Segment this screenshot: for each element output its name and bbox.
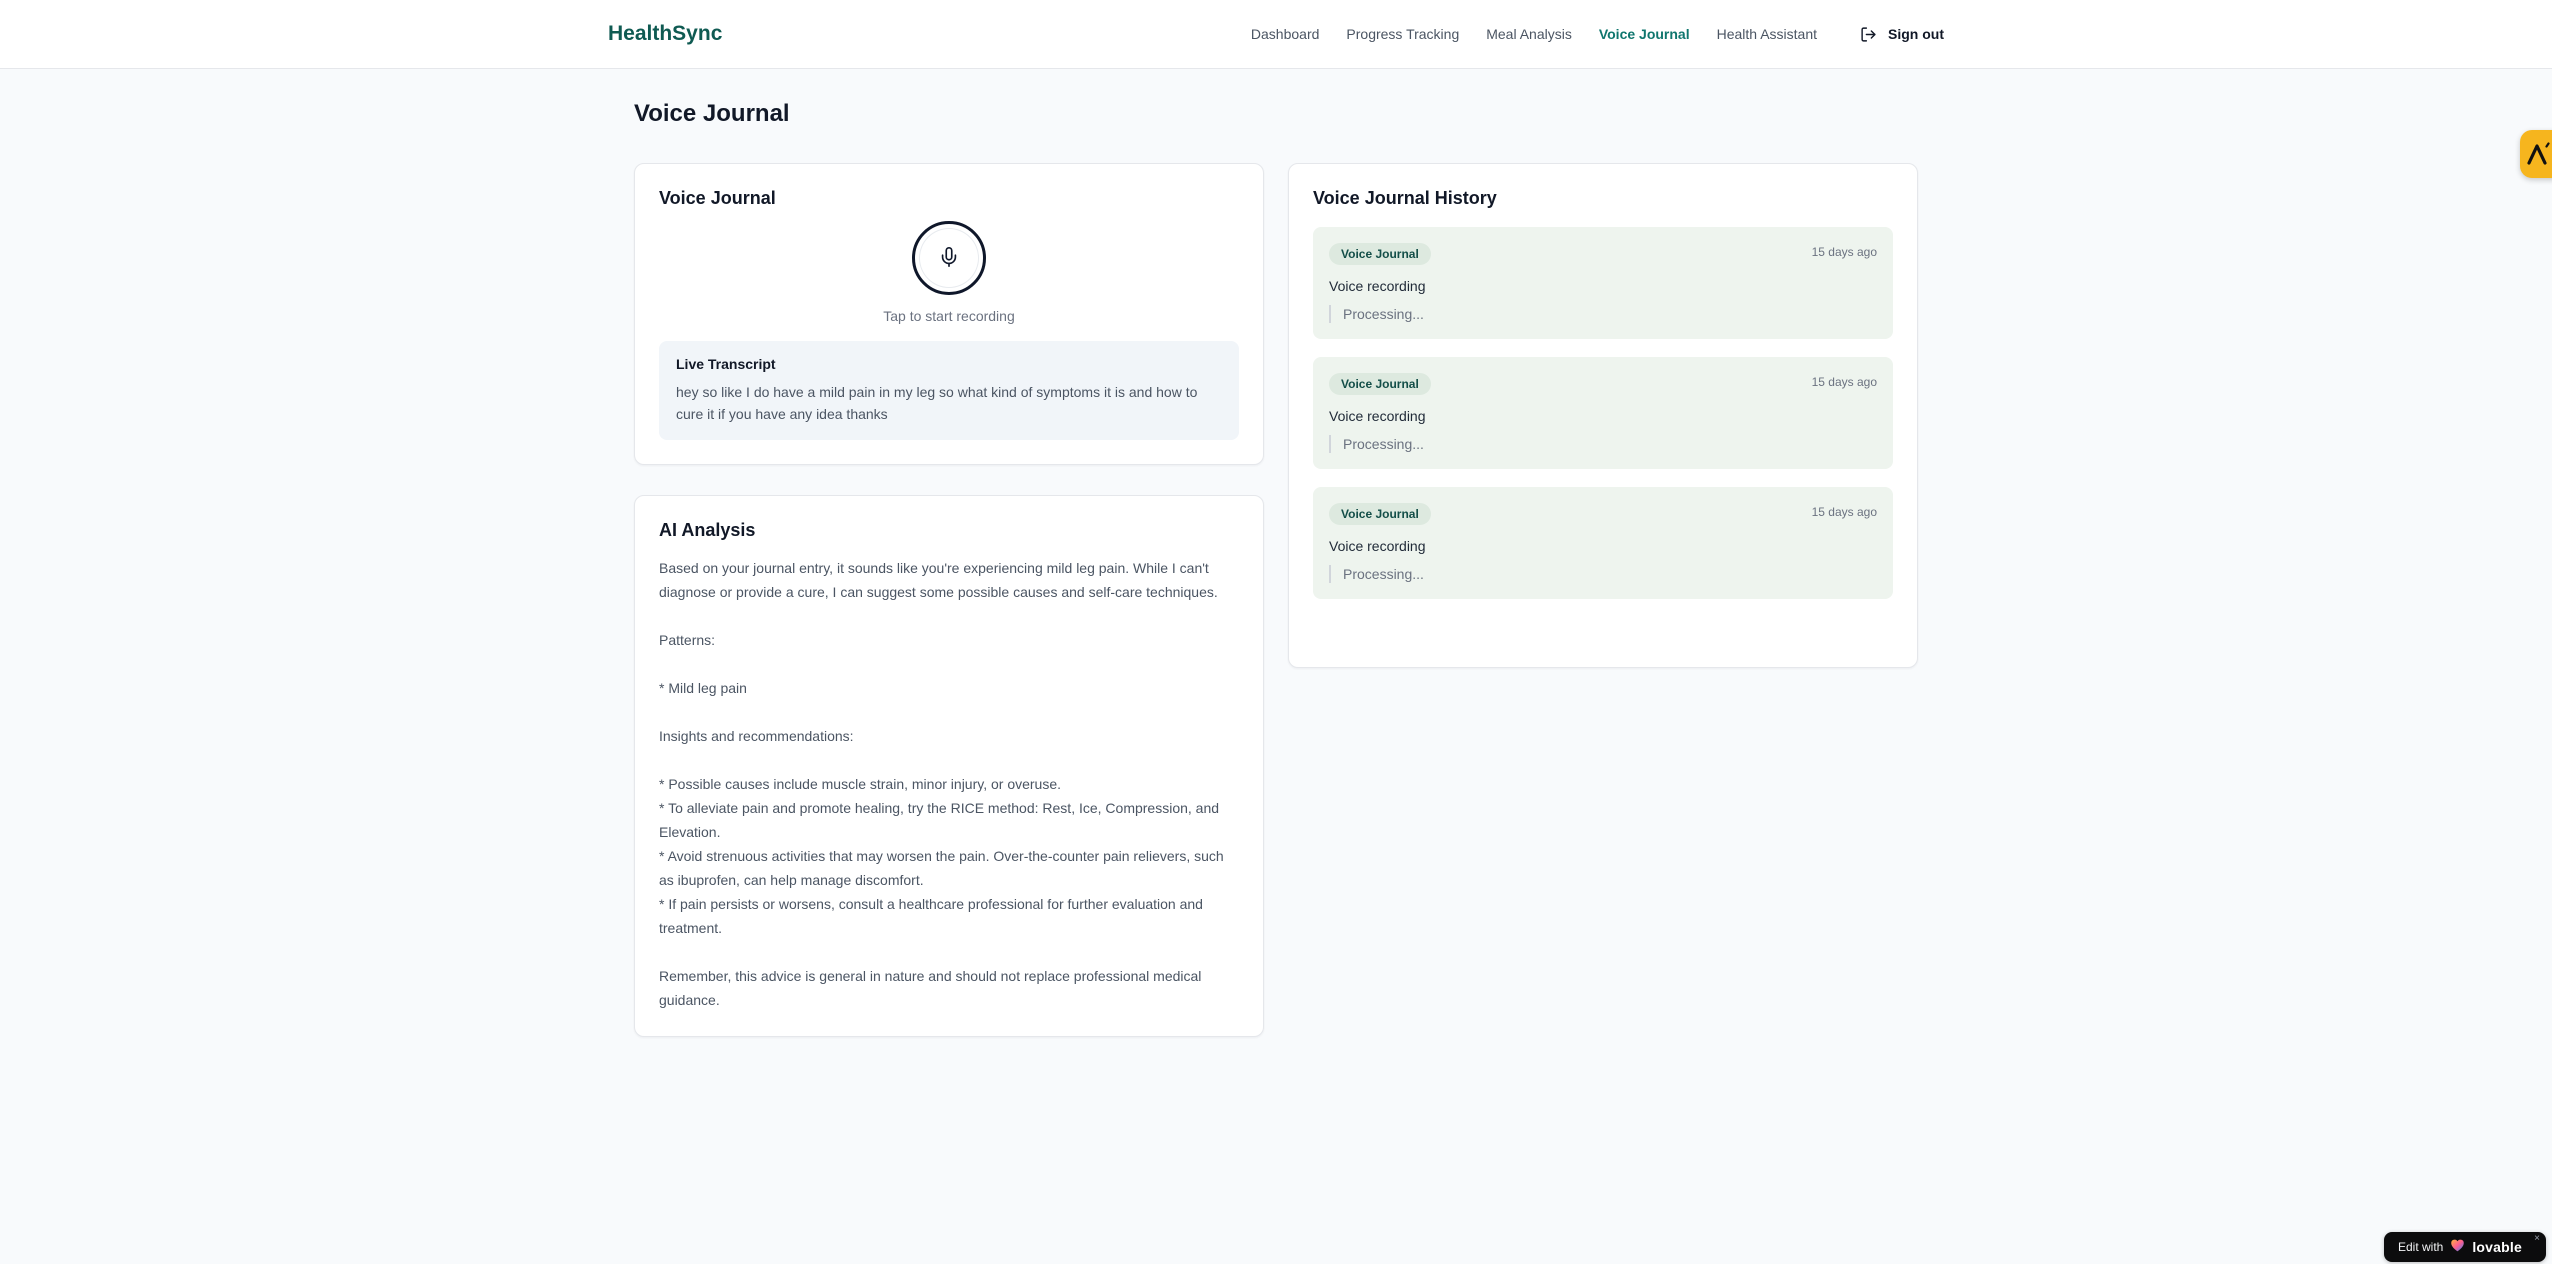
voice-recorder-card: Voice Journal Tap to start recording Liv… — [634, 163, 1264, 465]
microphone-icon — [938, 246, 960, 271]
voice-journal-history-card: Voice Journal History Voice Journal 15 d… — [1288, 163, 1918, 668]
nav-item-health-assistant[interactable]: Health Assistant — [1717, 26, 1817, 42]
history-entry[interactable]: Voice Journal 15 days ago Voice recordin… — [1313, 487, 1893, 599]
top-navigation-bar: HealthSync Dashboard Progress Tracking M… — [0, 0, 2552, 69]
entry-label: Voice recording — [1329, 278, 1426, 294]
main-content: Voice Journal Voice Journal Tap to start… — [634, 100, 1918, 1037]
entry-timestamp: 15 days ago — [1811, 245, 1877, 259]
entry-status: Processing... — [1329, 305, 1877, 323]
dismiss-lovable-button[interactable]: × — [2534, 1234, 2540, 1244]
history-entry-header: Voice Journal 15 days ago — [1329, 373, 1877, 395]
nav-item-dashboard[interactable]: Dashboard — [1251, 26, 1320, 42]
content-grid: Voice Journal Tap to start recording Liv… — [634, 163, 1918, 1037]
nav-item-progress-tracking[interactable]: Progress Tracking — [1346, 26, 1459, 42]
recorder-card-title: Voice Journal — [659, 188, 776, 208]
lovable-dev-fab[interactable] — [2520, 130, 2552, 178]
history-entry[interactable]: Voice Journal 15 days ago Voice recordin… — [1313, 357, 1893, 469]
ai-analysis-card: AI Analysis Based on your journal entry,… — [634, 495, 1264, 1037]
lovable-edit-prefix: Edit with — [2397, 1240, 2444, 1254]
gradient-heart-icon — [2450, 1238, 2465, 1257]
entry-timestamp: 15 days ago — [1811, 505, 1877, 519]
entry-status: Processing... — [1329, 435, 1877, 453]
live-transcript-title: Live Transcript — [676, 356, 776, 372]
main-nav: Dashboard Progress Tracking Meal Analysi… — [1251, 26, 1944, 43]
app-logo[interactable]: HealthSync — [608, 22, 722, 46]
history-entry-header: Voice Journal 15 days ago — [1329, 243, 1877, 265]
history-entry[interactable]: Voice Journal 15 days ago Voice recordin… — [1313, 227, 1893, 339]
nav-item-meal-analysis[interactable]: Meal Analysis — [1486, 26, 1572, 42]
live-transcript-box: Live Transcript hey so like I do have a … — [659, 341, 1239, 440]
ai-analysis-title: AI Analysis — [659, 520, 756, 540]
history-card-title: Voice Journal History — [1313, 188, 1497, 208]
entry-label: Voice recording — [1329, 408, 1426, 424]
recorder-area: Tap to start recording — [659, 221, 1239, 324]
ai-analysis-body: Based on your journal entry, it sounds l… — [659, 560, 1224, 1008]
entry-status: Processing... — [1329, 565, 1877, 583]
tap-to-record-hint: Tap to start recording — [883, 308, 1015, 324]
edit-with-lovable-badge[interactable]: Edit with lovable × — [2383, 1232, 2546, 1262]
history-entry-header: Voice Journal 15 days ago — [1329, 503, 1877, 525]
sign-out-button[interactable]: Sign out — [1860, 26, 1944, 43]
sign-out-label: Sign out — [1888, 26, 1944, 42]
left-column: Voice Journal Tap to start recording Liv… — [634, 163, 1264, 1037]
record-button[interactable] — [912, 221, 986, 295]
entry-type-badge: Voice Journal — [1329, 373, 1431, 395]
entry-timestamp: 15 days ago — [1811, 375, 1877, 389]
nav-item-voice-journal[interactable]: Voice Journal — [1599, 26, 1690, 42]
entry-type-badge: Voice Journal — [1329, 503, 1431, 525]
log-out-icon — [1860, 26, 1877, 43]
live-transcript-text: hey so like I do have a mild pain in my … — [676, 384, 1198, 422]
entry-label: Voice recording — [1329, 538, 1426, 554]
page-title: Voice Journal — [634, 100, 790, 127]
entry-type-badge: Voice Journal — [1329, 243, 1431, 265]
top-navigation-inner: HealthSync Dashboard Progress Tracking M… — [608, 22, 1944, 46]
right-column: Voice Journal History Voice Journal 15 d… — [1288, 163, 1918, 668]
lovable-brand-label: lovable — [2472, 1239, 2522, 1255]
